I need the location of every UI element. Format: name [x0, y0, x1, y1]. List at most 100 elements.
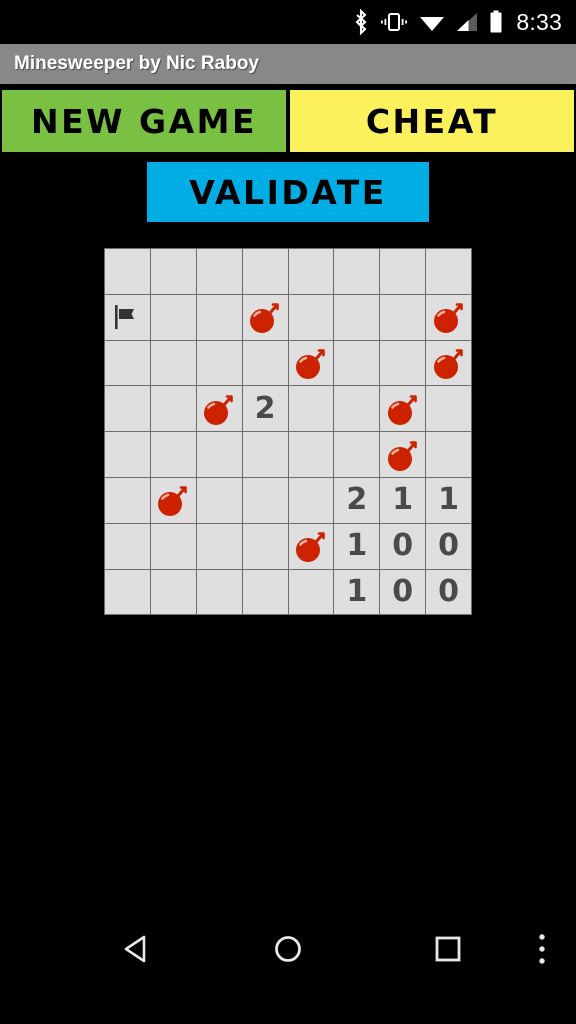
app-content: NEW GAME CHEAT VALIDATE 2211100100 — [0, 88, 576, 988]
nav-back-button[interactable] — [108, 914, 168, 988]
board-cell-empty[interactable] — [242, 432, 288, 477]
cell-number-label: 1 — [346, 573, 368, 609]
board-cell-number[interactable]: 0 — [426, 569, 472, 615]
board-cell-empty[interactable] — [150, 340, 196, 386]
board-cell-empty[interactable] — [334, 340, 380, 386]
android-navigation-bar — [0, 914, 576, 988]
board-cell-empty[interactable] — [150, 249, 196, 294]
minesweeper-board[interactable]: 2211100100 — [103, 248, 473, 616]
board-cell-number[interactable]: 2 — [334, 477, 380, 523]
board-cell-number[interactable]: 0 — [380, 523, 426, 569]
board-cell-empty[interactable] — [380, 249, 426, 294]
board-cell-empty[interactable] — [242, 523, 288, 569]
cell-number-label: 2 — [346, 482, 368, 518]
board-cell-empty[interactable] — [288, 249, 334, 294]
board-cell-empty[interactable] — [196, 249, 242, 294]
battery-icon — [489, 9, 503, 35]
cell-number-label: 1 — [346, 528, 368, 564]
cell-number-label: 0 — [392, 573, 414, 609]
board-cell-empty[interactable] — [150, 432, 196, 477]
board-cell-empty[interactable] — [334, 386, 380, 432]
board-cell-number[interactable]: 2 — [242, 386, 288, 432]
board-cell-bomb[interactable] — [380, 386, 426, 432]
board-cell-empty[interactable] — [196, 432, 242, 477]
board-cell-number[interactable]: 1 — [334, 569, 380, 615]
board-cell-empty[interactable] — [104, 249, 150, 294]
nav-home-button[interactable] — [258, 914, 318, 988]
board-cell-empty[interactable] — [196, 340, 242, 386]
bomb-icon — [250, 303, 279, 334]
bomb-icon — [387, 394, 417, 425]
board-cell-empty[interactable] — [150, 294, 196, 340]
board-cell-number[interactable]: 1 — [334, 523, 380, 569]
board-cell-empty[interactable] — [104, 477, 150, 523]
bomb-icon — [158, 486, 188, 517]
board-cell-empty[interactable] — [242, 477, 288, 523]
board-cell-bomb[interactable] — [426, 340, 472, 386]
bomb-icon — [295, 349, 325, 379]
board-cell-number[interactable]: 0 — [380, 569, 426, 615]
recents-icon — [433, 934, 463, 969]
board-cell-empty[interactable] — [288, 386, 334, 432]
board-cell-number[interactable]: 1 — [426, 477, 472, 523]
board-cell-bomb[interactable] — [380, 432, 426, 477]
overflow-menu-button[interactable] — [522, 914, 562, 988]
board-cell-empty[interactable] — [288, 477, 334, 523]
board-cell-bomb[interactable] — [242, 294, 288, 340]
board-cell-empty[interactable] — [334, 249, 380, 294]
validate-button[interactable]: VALIDATE — [145, 160, 431, 224]
cell-number-label: 0 — [392, 528, 414, 564]
cell-number-label: 1 — [392, 482, 414, 518]
cell-number-label: 2 — [254, 390, 276, 426]
board-cell-empty[interactable] — [196, 294, 242, 340]
cell-number-label: 0 — [438, 528, 460, 564]
board-container: 2211100100 — [0, 248, 576, 616]
app-title: Minesweeper by Nic Raboy — [14, 53, 259, 74]
vibrate-icon — [380, 9, 408, 35]
board-cell-empty[interactable] — [288, 294, 334, 340]
board-cell-empty[interactable] — [104, 523, 150, 569]
cellular-signal-icon — [456, 9, 478, 35]
board-cell-empty[interactable] — [150, 523, 196, 569]
board-cell-empty[interactable] — [104, 386, 150, 432]
board-cell-empty[interactable] — [380, 340, 426, 386]
nav-recents-button[interactable] — [418, 914, 478, 988]
board-cell-empty[interactable] — [426, 386, 472, 432]
back-icon — [121, 932, 155, 971]
board-cell-empty[interactable] — [334, 294, 380, 340]
overflow-menu-icon — [538, 932, 546, 971]
board-cell-empty[interactable] — [150, 386, 196, 432]
board-cell-flag[interactable] — [104, 294, 150, 340]
bluetooth-icon — [353, 9, 369, 35]
board-cell-empty[interactable] — [380, 294, 426, 340]
board-cell-bomb[interactable] — [150, 477, 196, 523]
wifi-icon — [419, 9, 445, 35]
new-game-button[interactable]: NEW GAME — [0, 88, 288, 154]
app-title-bar: Minesweeper by Nic Raboy — [0, 44, 576, 84]
board-cell-bomb[interactable] — [288, 523, 334, 569]
top-button-row: NEW GAME CHEAT — [0, 88, 576, 154]
board-cell-empty[interactable] — [288, 432, 334, 477]
board-cell-empty[interactable] — [242, 340, 288, 386]
board-cell-number[interactable]: 0 — [426, 523, 472, 569]
board-cell-empty[interactable] — [426, 432, 472, 477]
board-cell-number[interactable]: 1 — [380, 477, 426, 523]
cheat-button[interactable]: CHEAT — [288, 88, 576, 154]
flag-icon — [115, 305, 135, 330]
board-cell-bomb[interactable] — [426, 294, 472, 340]
board-cell-empty[interactable] — [150, 569, 196, 615]
board-cell-empty[interactable] — [426, 249, 472, 294]
board-cell-empty[interactable] — [104, 569, 150, 615]
board-cell-empty[interactable] — [242, 249, 288, 294]
board-cell-empty[interactable] — [104, 432, 150, 477]
board-cell-empty[interactable] — [288, 569, 334, 615]
board-cell-empty[interactable] — [242, 569, 288, 615]
board-cell-bomb[interactable] — [196, 386, 242, 432]
bomb-icon — [387, 440, 417, 471]
board-cell-empty[interactable] — [196, 569, 242, 615]
board-cell-empty[interactable] — [104, 340, 150, 386]
board-cell-empty[interactable] — [334, 432, 380, 477]
board-cell-empty[interactable] — [196, 477, 242, 523]
board-cell-empty[interactable] — [196, 523, 242, 569]
board-cell-bomb[interactable] — [288, 340, 334, 386]
